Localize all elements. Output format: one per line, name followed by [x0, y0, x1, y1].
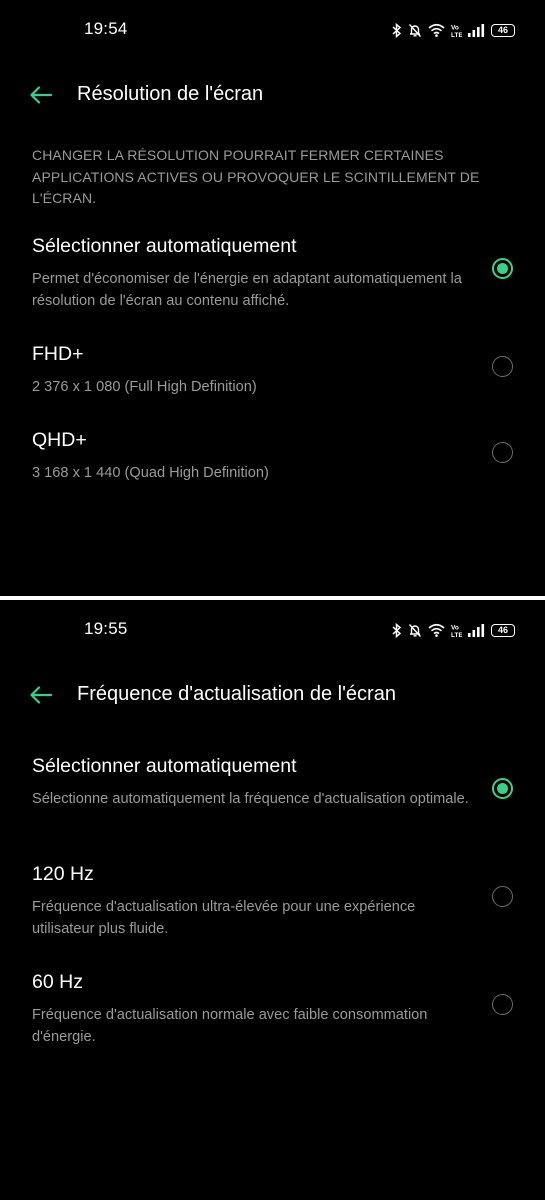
status-icons: Vo LTE 46 [392, 621, 515, 639]
svg-text:LTE: LTE [451, 632, 462, 638]
option-description: Permet d'économiser de l'énergie en adap… [32, 271, 462, 309]
status-time: 19:54 [84, 19, 128, 38]
signal-icon [468, 23, 485, 37]
page-title: Résolution de l'écran [77, 83, 264, 105]
app-header: Fréquence d'actualisation de l'écran [0, 673, 545, 717]
back-arrow-icon[interactable] [28, 83, 54, 107]
option-description: 3 168 x 1 440 (Quad High Definition) [32, 465, 269, 481]
status-bar: 19:55 Vo LTE 46 [0, 600, 545, 660]
option-auto-refresh[interactable]: Sélectionner automatiquement Sélectionne… [0, 755, 545, 835]
option-description: Fréquence d'actualisation ultra-élevée p… [32, 899, 416, 937]
option-title: Sélectionner automatiquement [32, 235, 297, 257]
wifi-icon [428, 23, 445, 37]
resolution-screen: 19:54 Vo LTE 46 Résolution de l'écran CHA… [0, 0, 545, 596]
svg-text:Vo: Vo [451, 24, 459, 31]
warning-text: CHANGER LA RÉSOLUTION POURRAIT FERMER CE… [32, 147, 480, 206]
battery-icon: 46 [491, 623, 515, 637]
option-title: FHD+ [32, 343, 84, 365]
app-header: Résolution de l'écran [0, 73, 545, 117]
volte-icon: VoLTE [451, 24, 462, 38]
svg-text:LTE: LTE [451, 32, 462, 38]
page-title: Fréquence d'actualisation de l'écran [77, 683, 396, 705]
option-description: Fréquence d'actualisation normale avec f… [32, 1007, 428, 1045]
bluetooth-icon [392, 22, 402, 38]
option-fhd[interactable]: FHD+ 2 376 x 1 080 (Full High Definition… [0, 343, 545, 403]
radio-unselected[interactable] [492, 994, 513, 1015]
status-time: 19:55 [84, 619, 128, 638]
radio-selected[interactable] [492, 258, 513, 279]
option-title: QHD+ [32, 429, 87, 451]
wifi-icon [428, 623, 445, 637]
status-bar: 19:54 Vo LTE 46 [0, 0, 545, 60]
option-title: 120 Hz [32, 863, 94, 885]
battery-icon: 46 [491, 23, 515, 37]
option-description: 2 376 x 1 080 (Full High Definition) [32, 379, 257, 395]
option-auto-resolution[interactable]: Sélectionner automatiquement Permet d'éc… [0, 235, 545, 315]
mute-bell-icon [408, 623, 422, 637]
radio-unselected[interactable] [492, 886, 513, 907]
svg-text:Vo: Vo [451, 624, 459, 631]
radio-selected[interactable] [492, 778, 513, 799]
mute-bell-icon [408, 23, 422, 37]
status-icons: Vo LTE 46 [392, 21, 515, 39]
refresh-rate-screen: 19:55 Vo LTE 46 Fréquence d'actualisation… [0, 600, 545, 1196]
option-120hz[interactable]: 120 Hz Fréquence d'actualisation ultra-é… [0, 863, 545, 943]
volte-icon: VoLTE [451, 624, 462, 638]
radio-unselected[interactable] [492, 356, 513, 377]
option-60hz[interactable]: 60 Hz Fréquence d'actualisation normale … [0, 971, 545, 1051]
signal-icon [468, 623, 485, 637]
bluetooth-icon [392, 622, 402, 638]
back-arrow-icon[interactable] [28, 683, 54, 707]
option-description: Sélectionne automatiquement la fréquence… [32, 791, 469, 807]
radio-unselected[interactable] [492, 442, 513, 463]
option-title: Sélectionner automatiquement [32, 755, 297, 777]
option-qhd[interactable]: QHD+ 3 168 x 1 440 (Quad High Definition… [0, 429, 545, 489]
option-title: 60 Hz [32, 971, 83, 993]
